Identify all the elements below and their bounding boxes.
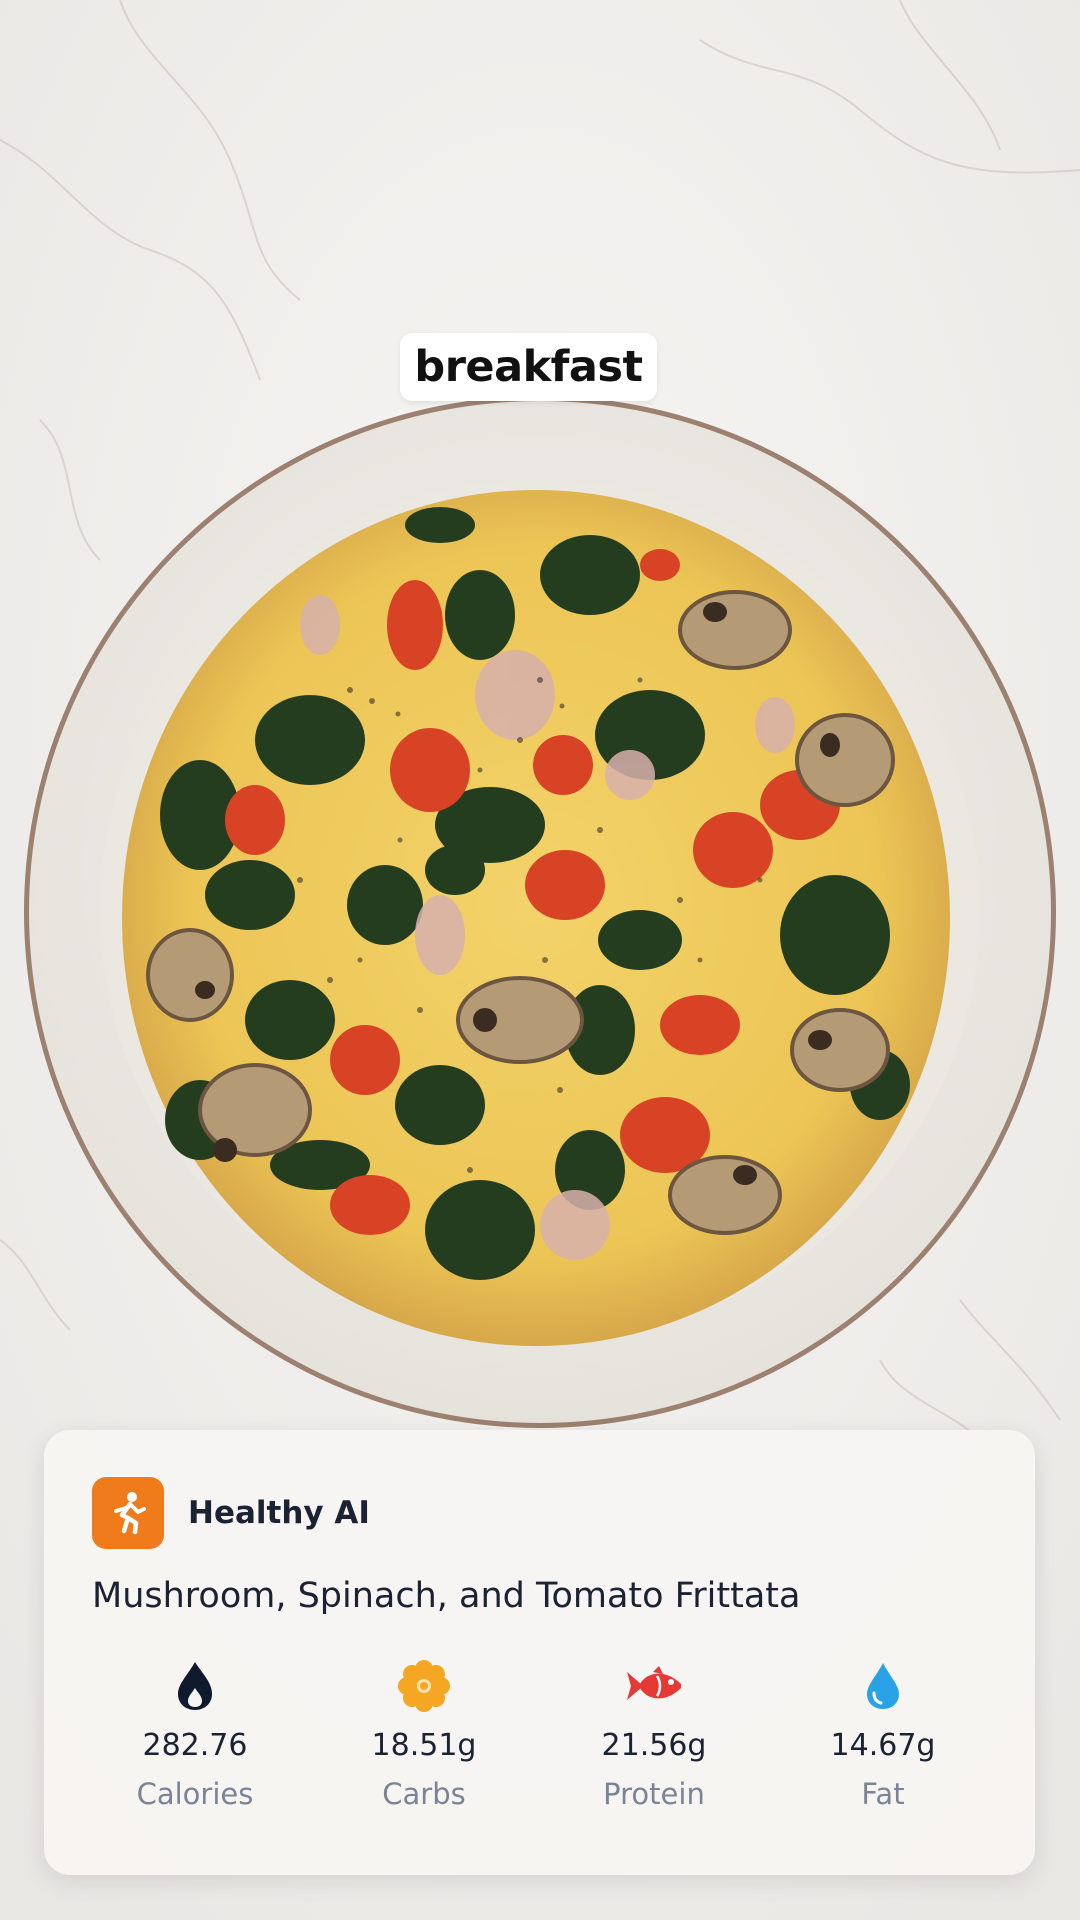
nutrient-fat: 14.67g Fat xyxy=(768,1658,998,1811)
dish-title: Mushroom, Spinach, and Tomato Frittata xyxy=(92,1576,801,1616)
brand-row: Healthy AI xyxy=(92,1477,370,1549)
nutrient-protein: 21.56g Protein xyxy=(539,1658,769,1811)
meal-type-tag[interactable]: breakfast xyxy=(400,333,657,401)
carbs-label: Carbs xyxy=(382,1777,466,1811)
flame-icon xyxy=(80,1658,310,1714)
fat-label: Fat xyxy=(861,1777,905,1811)
carbs-value: 18.51g xyxy=(371,1728,477,1763)
nutrition-card: Healthy AI Mushroom, Spinach, and Tomato… xyxy=(44,1430,1035,1875)
calories-value: 282.76 xyxy=(142,1728,248,1763)
protein-value: 21.56g xyxy=(601,1728,707,1763)
meal-type-label: breakfast xyxy=(414,342,643,392)
calories-label: Calories xyxy=(136,1777,254,1811)
running-person-icon xyxy=(92,1477,164,1549)
fat-value: 14.67g xyxy=(830,1728,936,1763)
flower-icon xyxy=(309,1658,539,1714)
fish-icon xyxy=(539,1658,769,1714)
nutrient-calories: 282.76 Calories xyxy=(80,1658,310,1811)
nutrient-stats: 282.76 Calories 18.51g Carbs 21.56g Prot… xyxy=(44,1658,1035,1838)
droplet-icon xyxy=(768,1658,998,1714)
brand-name: Healthy AI xyxy=(188,1495,370,1531)
nutrient-carbs: 18.51g Carbs xyxy=(309,1658,539,1811)
protein-label: Protein xyxy=(603,1777,705,1811)
